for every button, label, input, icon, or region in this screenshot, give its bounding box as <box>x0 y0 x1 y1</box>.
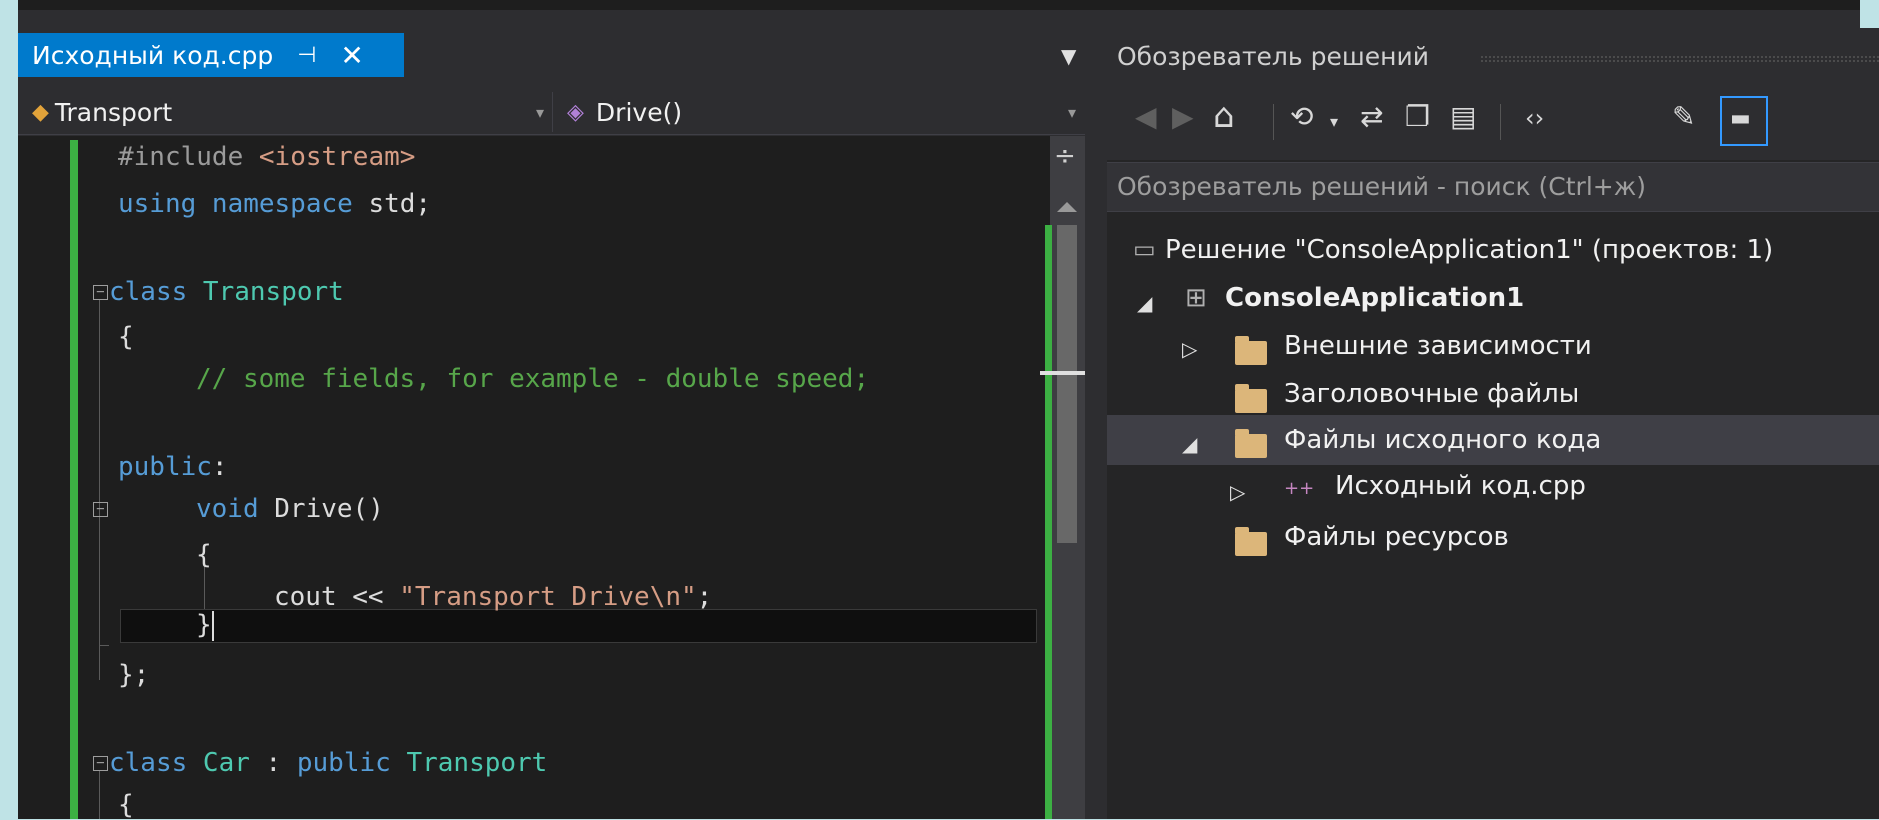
class-icon: ◆ <box>32 99 49 125</box>
collapsed-arrow-icon[interactable]: ▷ <box>1182 337 1197 361</box>
tab-overflow-dropdown-icon[interactable]: ▼ <box>1061 44 1076 68</box>
outline-guide <box>99 770 100 819</box>
forward-icon[interactable]: ▶ <box>1172 100 1194 133</box>
collapsed-arrow-icon[interactable]: ▷ <box>1230 480 1245 504</box>
toolbar-separator <box>1273 104 1274 140</box>
folder-open-icon <box>1235 429 1267 458</box>
tree-item-header-files[interactable]: Заголовочные файлы <box>1284 379 1579 409</box>
titlebar-grip[interactable] <box>1480 55 1879 63</box>
code-line-5: // some fields, for example - double spe… <box>196 364 870 394</box>
properties-icon[interactable]: ✎ <box>1672 100 1695 133</box>
cpp-file-icon: ++ <box>1284 478 1315 499</box>
outline-guide <box>99 300 100 680</box>
collapse-all-icon[interactable]: ❐ <box>1405 100 1430 133</box>
outline-guide-end <box>99 645 109 646</box>
scrollbar-change-marker <box>1045 225 1052 819</box>
code-line-7: void Drive() <box>196 494 384 524</box>
expanded-arrow-icon[interactable]: ◢ <box>1137 291 1152 315</box>
folder-icon <box>1235 384 1267 413</box>
tree-item-external-dependencies[interactable]: Внешние зависимости <box>1284 331 1592 361</box>
code-line-13: { <box>118 790 134 820</box>
code-line-8: { <box>196 540 212 570</box>
tab-source-file[interactable]: Исходный код.cpp ⊣ ✕ <box>18 33 404 77</box>
text-caret <box>212 611 214 641</box>
home-icon[interactable]: ⌂ <box>1213 96 1235 136</box>
tree-item-source-files[interactable]: Файлы исходного кода <box>1284 425 1601 455</box>
code-line-6: public: <box>118 452 228 482</box>
close-icon[interactable]: ✕ <box>340 39 363 72</box>
solution-explorer-title: Обозреватель решений <box>1117 42 1429 71</box>
member-dropdown[interactable]: ◈ Drive() ▾ <box>552 92 1088 132</box>
pin-icon[interactable]: ⊣ <box>297 43 316 68</box>
panel-divider[interactable] <box>1087 28 1107 819</box>
chevron-down-icon: ▾ <box>1067 102 1076 122</box>
back-icon[interactable]: ◀ <box>1135 100 1157 133</box>
solution-icon: ▭ <box>1133 235 1156 263</box>
tab-title: Исходный код.cpp <box>32 40 274 70</box>
scroll-up-arrow-icon[interactable] <box>1057 202 1077 212</box>
current-line-highlight <box>120 609 1037 643</box>
history-icon[interactable]: ⟲ <box>1290 100 1313 133</box>
code-line-12: class Car : public Transport <box>109 748 548 778</box>
code-line-2: using namespace std; <box>118 189 432 219</box>
fold-toggle[interactable]: − <box>93 502 108 517</box>
code-line-10: } <box>196 610 212 640</box>
window-top-strip <box>18 0 1860 10</box>
class-dropdown[interactable]: ◆ Transport ▾ <box>18 92 552 132</box>
code-line-11: }; <box>118 660 150 690</box>
code-line-1: #include <iostream> <box>118 142 416 172</box>
code-view-icon[interactable]: ‹› <box>1525 104 1544 132</box>
folder-icon <box>1235 527 1267 556</box>
class-dropdown-label: Transport <box>54 97 173 127</box>
scrollbar-thumb[interactable] <box>1057 225 1077 543</box>
tree-item-solution[interactable]: Решение "ConsoleApplication1" (проектов:… <box>1165 235 1773 265</box>
chevron-down-icon[interactable]: ▾ <box>1330 112 1338 131</box>
change-tracking-bar <box>70 140 78 819</box>
expanded-arrow-icon[interactable]: ◢ <box>1182 432 1197 456</box>
code-line-3: class Transport <box>109 277 344 307</box>
chevron-down-icon: ▾ <box>535 102 544 122</box>
tree-item-resource-files[interactable]: Файлы ресурсов <box>1284 522 1509 552</box>
sync-icon[interactable]: ⇄ <box>1360 100 1383 133</box>
code-line-9: cout << "Transport Drive\n"; <box>274 582 713 612</box>
solution-search-input[interactable]: Обозреватель решений - поиск (Ctrl+ж) <box>1117 172 1646 201</box>
scrollbar-position-marker <box>1040 371 1085 375</box>
split-editor-icon[interactable]: ÷ <box>1054 143 1076 169</box>
preview-icon[interactable]: ▬ <box>1730 106 1751 131</box>
show-all-files-icon[interactable]: ▤ <box>1450 100 1476 133</box>
fold-toggle[interactable]: − <box>93 756 108 771</box>
code-line-4: { <box>118 322 134 352</box>
tree-item-project[interactable]: ConsoleApplication1 <box>1225 283 1524 313</box>
external-dependencies-icon <box>1235 336 1267 365</box>
method-icon: ◈ <box>567 99 584 125</box>
fold-toggle[interactable]: − <box>93 285 108 300</box>
tree-item-source-file[interactable]: Исходный код.cpp <box>1335 471 1586 501</box>
project-icon: ⊞ <box>1185 283 1207 313</box>
member-dropdown-label: Drive() <box>595 97 683 127</box>
toolbar-separator <box>1500 104 1501 140</box>
